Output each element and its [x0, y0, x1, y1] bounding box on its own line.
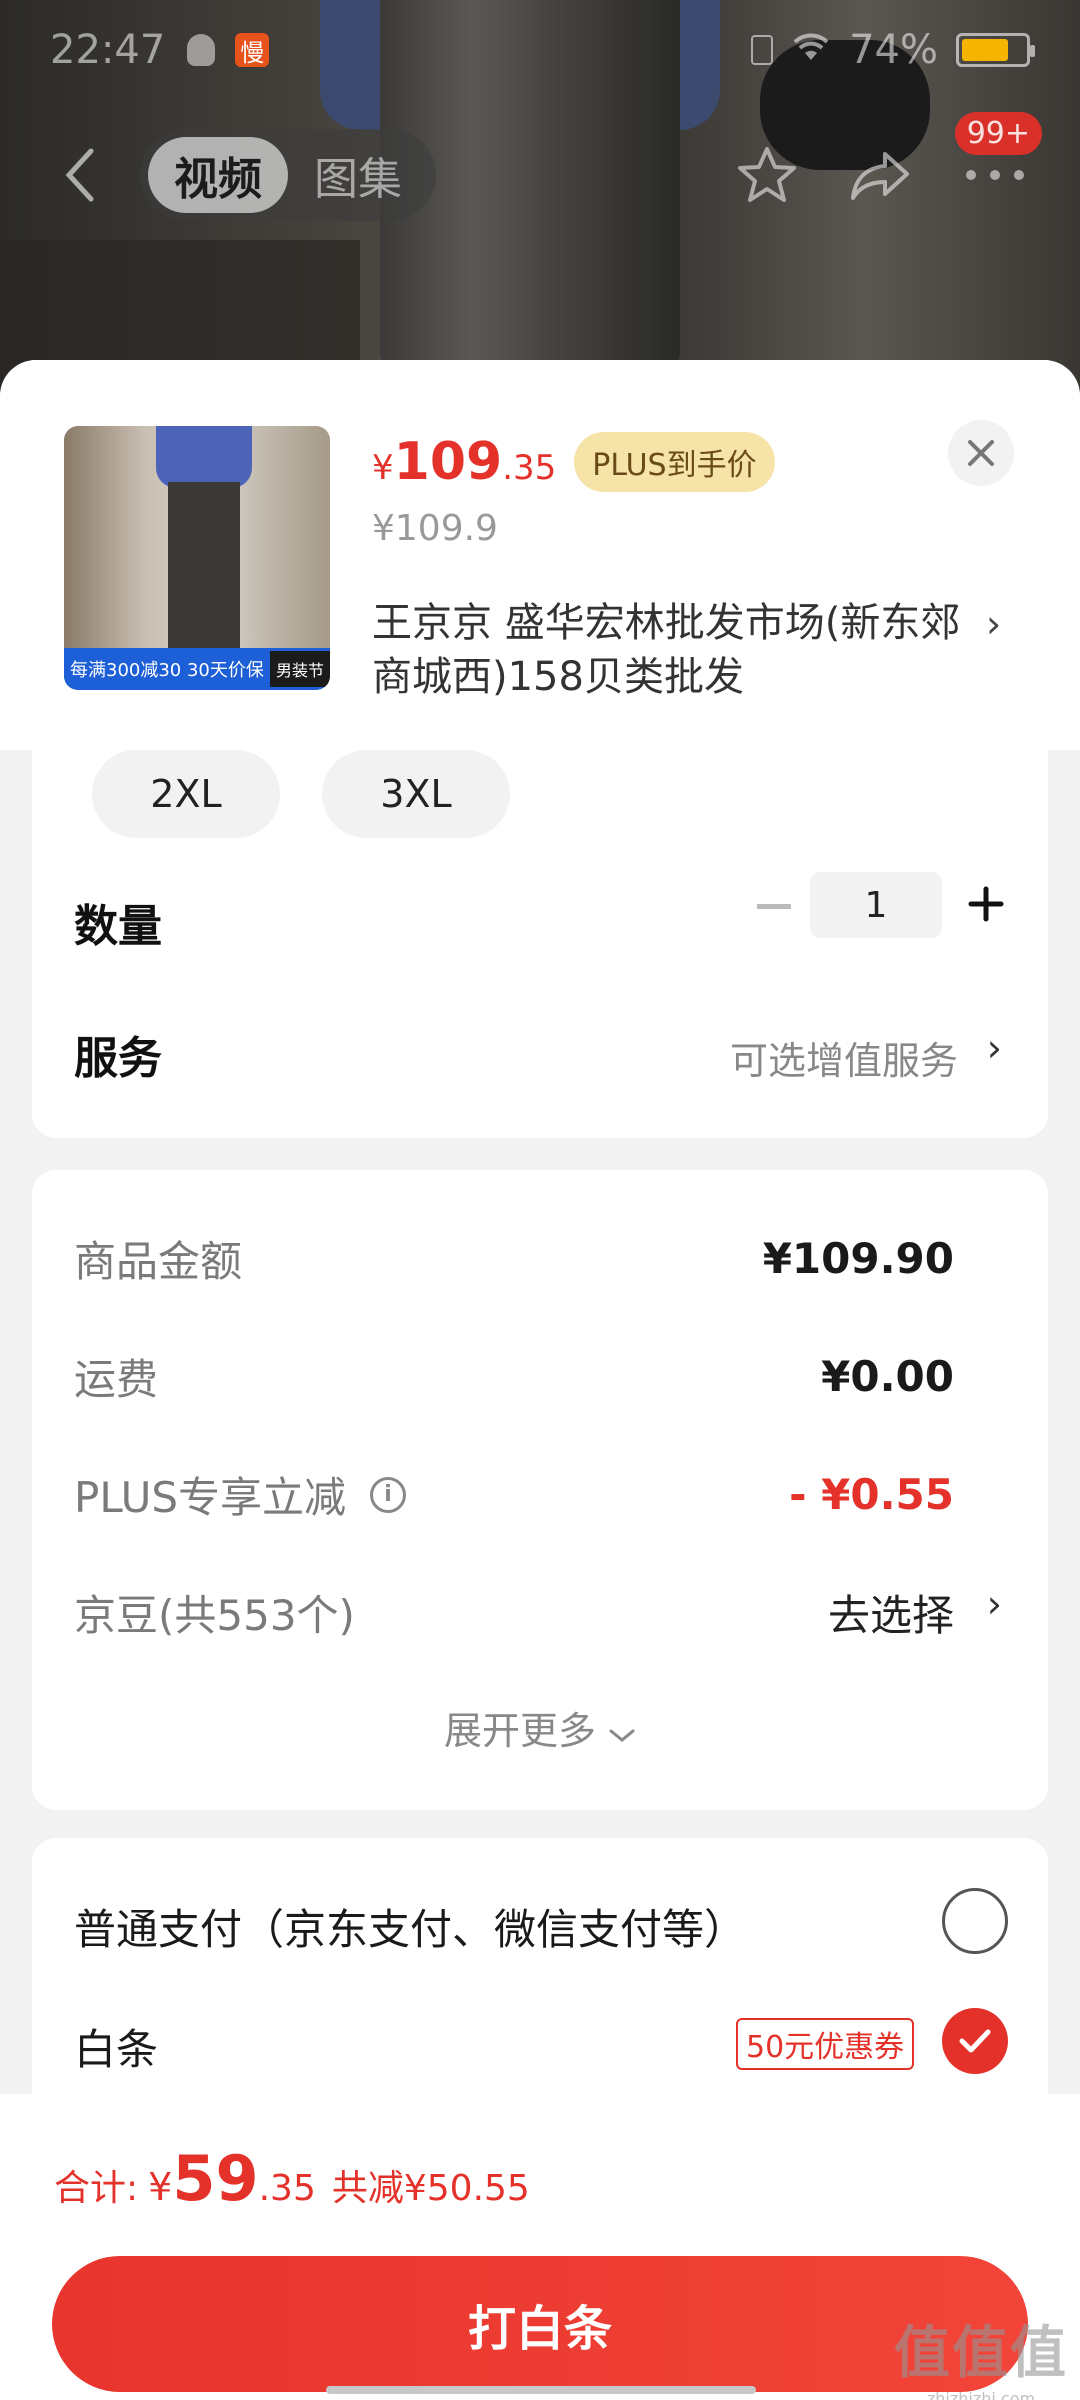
- nav-bar: 视频 图集 99+: [0, 112, 1080, 230]
- battery-level: [962, 39, 1008, 61]
- status-bar: 22:47 慢 74%: [0, 0, 1080, 100]
- total-symbol: ¥: [148, 2165, 173, 2209]
- shipping-value: ¥0.00: [821, 1352, 954, 1401]
- product-summary: 每满300减30 30天价保 男装节 ¥ 109 .35 PLUS到手价 ¥10…: [0, 360, 1080, 750]
- watermark-text: 值值值: [894, 2321, 1068, 2386]
- expand-more-button[interactable]: 展开更多: [32, 1700, 1048, 1755]
- jd-beans-row[interactable]: 京豆(共553个) 去选择: [74, 1582, 954, 1643]
- price-symbol: ¥: [372, 448, 394, 488]
- thumb-promo-text: 每满300减30 30天价保: [70, 660, 264, 681]
- quantity-increment-button[interactable]: [956, 874, 1016, 934]
- price-integer: 109: [393, 432, 503, 492]
- quantity-decrement-button[interactable]: [744, 876, 804, 936]
- normal-payment-label[interactable]: 普通支付（京东支付、微信支付等）: [74, 1896, 746, 1957]
- plus-icon: [968, 886, 1004, 922]
- total-saved: 共减¥50.55: [331, 2168, 530, 2209]
- quantity-label: 数量: [74, 901, 162, 952]
- size-option-2xl[interactable]: 2XL: [92, 750, 280, 838]
- close-icon: [968, 440, 994, 466]
- jd-beans-label: 京豆(共553个): [74, 1591, 355, 1640]
- thumb-shirt: [156, 426, 252, 488]
- back-icon[interactable]: [50, 145, 110, 205]
- battery-percent: 74%: [849, 27, 938, 73]
- app-notification-badge: 慢: [235, 33, 270, 67]
- service-hint[interactable]: 可选增值服务: [730, 1030, 958, 1085]
- coupon-badge[interactable]: 50元优惠券: [736, 2018, 915, 2070]
- shipping-label: 运费: [74, 1355, 159, 1404]
- sim-icon: [751, 35, 774, 65]
- quantity-input[interactable]: 1: [810, 872, 942, 938]
- shipping-row: 运费 ¥0.00: [74, 1346, 954, 1407]
- plus-discount-value: - ¥0.55: [789, 1470, 954, 1519]
- plus-discount-row: PLUS专享立减 i - ¥0.55: [74, 1464, 954, 1525]
- baitiao-label[interactable]: 白条: [74, 2016, 158, 2077]
- plus-discount-label: PLUS专享立减: [74, 1473, 347, 1522]
- status-right: 74%: [751, 27, 1035, 73]
- total-summary: 合计: ¥ 59 .35 共减¥50.55: [54, 2142, 530, 2215]
- tab-video[interactable]: 视频: [148, 137, 288, 213]
- price-decimal: .35: [502, 448, 557, 488]
- watermark-logo: 值值值 zhizhizhi.com: [894, 2308, 1068, 2400]
- watermark-url: zhizhizhi.com: [926, 2389, 1036, 2400]
- shop-name[interactable]: 王京京 盛华宏林批发市场(新东郊商城西)158贝类批发: [372, 596, 972, 704]
- plus-discount-label-group: PLUS专享立减 i: [74, 1464, 407, 1525]
- goods-amount-value: ¥109.90: [762, 1234, 954, 1283]
- total-decimal: .35: [258, 2168, 316, 2209]
- price: ¥ 109 .35 PLUS到手价: [372, 432, 775, 492]
- close-button[interactable]: [948, 420, 1014, 486]
- nav-actions: 99+: [732, 112, 1042, 210]
- message-count-badge: 99+: [954, 112, 1042, 155]
- chevron-right-icon[interactable]: ›: [986, 602, 1001, 646]
- check-icon: [959, 2029, 991, 2053]
- total-integer: 59: [172, 2142, 259, 2215]
- jd-beans-select[interactable]: 去选择: [828, 1582, 954, 1643]
- thumb-promo-banner: 每满300减30 30天价保 男装节: [64, 648, 330, 690]
- baitiao-radio-checked[interactable]: [942, 2008, 1008, 2074]
- plus-price-tag: PLUS到手价: [574, 432, 775, 492]
- spec-card: 2XL 3XL 数量 1 服务 可选增值服务 ›: [32, 750, 1048, 1138]
- wifi-icon: [791, 30, 831, 71]
- battery-icon: [956, 33, 1035, 67]
- favorite-star-icon[interactable]: [732, 140, 802, 210]
- goods-amount-row: 商品金额 ¥109.90: [74, 1228, 954, 1289]
- chevron-right-icon[interactable]: ›: [987, 1582, 1002, 1626]
- original-price: ¥109.9: [372, 508, 498, 549]
- share-icon[interactable]: [846, 140, 916, 210]
- status-time: 22:47: [50, 27, 166, 73]
- product-thumbnail[interactable]: 每满300减30 30天价保 男装节: [64, 426, 330, 690]
- thumb-pants: [168, 482, 240, 652]
- thumb-promo-tag: 男装节: [269, 651, 330, 687]
- amount-card: 商品金额 ¥109.90 运费 ¥0.00 PLUS专享立减 i - ¥0.55…: [32, 1170, 1048, 1810]
- home-indicator[interactable]: [326, 2386, 756, 2394]
- tab-gallery[interactable]: 图集: [288, 137, 428, 213]
- chevron-down-icon: [609, 1729, 635, 1742]
- service-label: 服务: [74, 1033, 162, 1084]
- info-icon[interactable]: i: [370, 1476, 407, 1513]
- normal-payment-radio[interactable]: [942, 1888, 1008, 1954]
- goods-amount-label: 商品金额: [74, 1237, 243, 1286]
- qq-icon: [187, 34, 216, 66]
- minus-icon: [757, 903, 791, 909]
- media-tab-switch: 视频 图集: [140, 129, 436, 221]
- size-option-3xl[interactable]: 3XL: [322, 750, 510, 838]
- expand-more-label: 展开更多: [443, 1709, 596, 1753]
- chevron-right-icon[interactable]: ›: [987, 1026, 1002, 1070]
- submit-baitiao-button[interactable]: 打白条: [52, 2256, 1028, 2392]
- total-label: 合计:: [54, 2168, 139, 2209]
